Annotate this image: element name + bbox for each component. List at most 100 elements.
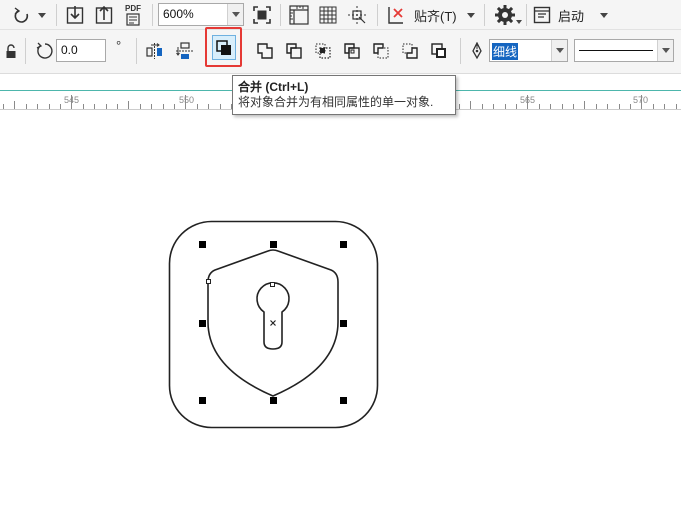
intersect-button[interactable] <box>312 40 334 62</box>
ruler-tick <box>459 104 460 109</box>
ruler-tick <box>619 104 620 109</box>
show-rulers-button[interactable] <box>287 3 311 27</box>
import-icon <box>66 6 84 24</box>
selection-handle <box>270 397 277 404</box>
trim-button[interactable] <box>283 40 305 62</box>
guidelines-icon <box>348 6 366 24</box>
separator <box>136 38 137 64</box>
separator <box>25 38 26 64</box>
selection-handle <box>340 397 347 404</box>
ruler-tick <box>664 104 665 109</box>
ruler-tick <box>60 104 61 109</box>
snap-off-icon <box>388 7 403 24</box>
launcher-icon <box>533 6 551 24</box>
outline-width-value: 细线 <box>492 43 519 60</box>
simplify-icon <box>344 43 360 59</box>
selection-handle <box>270 241 277 248</box>
create-boundary-button[interactable] <box>428 40 450 62</box>
publish-pdf-button[interactable]: PDF <box>122 2 146 28</box>
separator <box>526 4 527 26</box>
line-style-dropdown-button[interactable] <box>657 40 673 61</box>
tooltip-description: 将对象合并为有相同属性的单一对象. <box>238 95 434 109</box>
redo-dropdown-icon[interactable] <box>38 13 46 18</box>
rotation-angle-input[interactable]: 0.0 <box>56 39 106 62</box>
snap-to-menu[interactable]: 贴齐(T) <box>414 6 457 24</box>
node-marker <box>270 282 275 287</box>
selection-handle <box>199 397 206 404</box>
lock-ratio-button[interactable] <box>3 42 19 62</box>
pen-nib-icon <box>472 42 482 60</box>
ruler-tick <box>151 104 152 109</box>
options-button[interactable] <box>492 3 518 27</box>
full-screen-icon <box>253 6 271 24</box>
rulers-icon <box>289 5 309 25</box>
selection-handle <box>340 241 347 248</box>
snap-to-label: 贴齐(T) <box>414 9 457 24</box>
ruler-tick <box>584 101 585 109</box>
launcher-label: 启动 <box>558 9 585 24</box>
ruler-label: 550 <box>179 95 195 105</box>
separator <box>484 4 485 26</box>
ruler-tick <box>14 101 15 109</box>
ruler-tick <box>220 104 221 109</box>
mirror-vertical-button[interactable] <box>174 40 196 62</box>
ruler-tick <box>3 104 4 109</box>
zoom-level-combo[interactable]: 600% <box>158 3 244 26</box>
import-button[interactable] <box>64 3 86 27</box>
mirror-horizontal-icon <box>146 43 162 59</box>
ruler-tick <box>630 104 631 109</box>
ruler-tick <box>607 104 608 109</box>
ruler-tick <box>83 104 84 109</box>
ruler-tick <box>174 104 175 109</box>
keyhole-icon <box>256 282 290 350</box>
export-icon <box>95 5 113 24</box>
separator <box>460 38 461 64</box>
front-minus-back-icon <box>373 43 389 59</box>
simplify-button[interactable] <box>341 40 363 62</box>
outline-width-combo[interactable]: 细线 <box>489 39 568 62</box>
ruler-tick <box>516 104 517 109</box>
ruler-tick <box>197 104 198 109</box>
export-button[interactable] <box>93 3 115 27</box>
zoom-dropdown-button[interactable] <box>227 4 243 25</box>
application-launcher-menu[interactable]: 启动 <box>558 6 584 25</box>
ruler-tick <box>539 104 540 109</box>
weld-icon <box>257 43 273 59</box>
mirror-horizontal-button[interactable] <box>144 40 166 62</box>
drawing-canvas[interactable] <box>0 110 681 528</box>
show-guidelines-button[interactable] <box>345 3 369 27</box>
combine-tooltip: 合并 (Ctrl+L) 将对象合并为有相同属性的单一对象. <box>232 75 456 115</box>
lock-icon <box>6 44 16 58</box>
snap-off-button[interactable] <box>384 3 408 27</box>
line-style-preview <box>579 50 653 51</box>
ruler-tick <box>163 104 164 109</box>
launcher-dropdown-icon[interactable] <box>600 13 608 18</box>
rotation-angle-icon-wrap <box>34 40 56 62</box>
trim-icon <box>286 43 302 59</box>
snap-to-dropdown-icon[interactable] <box>467 13 475 18</box>
gear-icon <box>495 5 515 25</box>
combine-button[interactable] <box>212 35 236 60</box>
ruler-tick <box>128 101 129 109</box>
standard-toolbar: PDF 600% 贴齐(T) 启动 <box>0 0 681 30</box>
separator <box>377 4 378 26</box>
redo-button[interactable] <box>10 4 34 26</box>
center-marker-icon <box>270 320 276 326</box>
back-minus-front-button[interactable] <box>399 40 421 62</box>
back-minus-front-icon <box>402 43 418 59</box>
full-screen-button[interactable] <box>251 3 273 27</box>
weld-button[interactable] <box>254 40 276 62</box>
outline-width-dropdown-button[interactable] <box>551 40 567 61</box>
ruler-tick <box>26 104 27 109</box>
ruler-tick <box>653 104 654 109</box>
pdf-icon <box>126 13 140 26</box>
show-grid-button[interactable] <box>316 3 340 27</box>
ruler-tick <box>140 104 141 109</box>
options-dropdown-icon[interactable] <box>516 20 522 24</box>
front-minus-back-button[interactable] <box>370 40 392 62</box>
ruler-tick <box>37 104 38 109</box>
application-launcher-button[interactable] <box>532 4 552 26</box>
boundary-icon <box>431 43 446 58</box>
line-style-combo[interactable] <box>574 39 674 62</box>
mirror-vertical-icon <box>176 42 194 59</box>
